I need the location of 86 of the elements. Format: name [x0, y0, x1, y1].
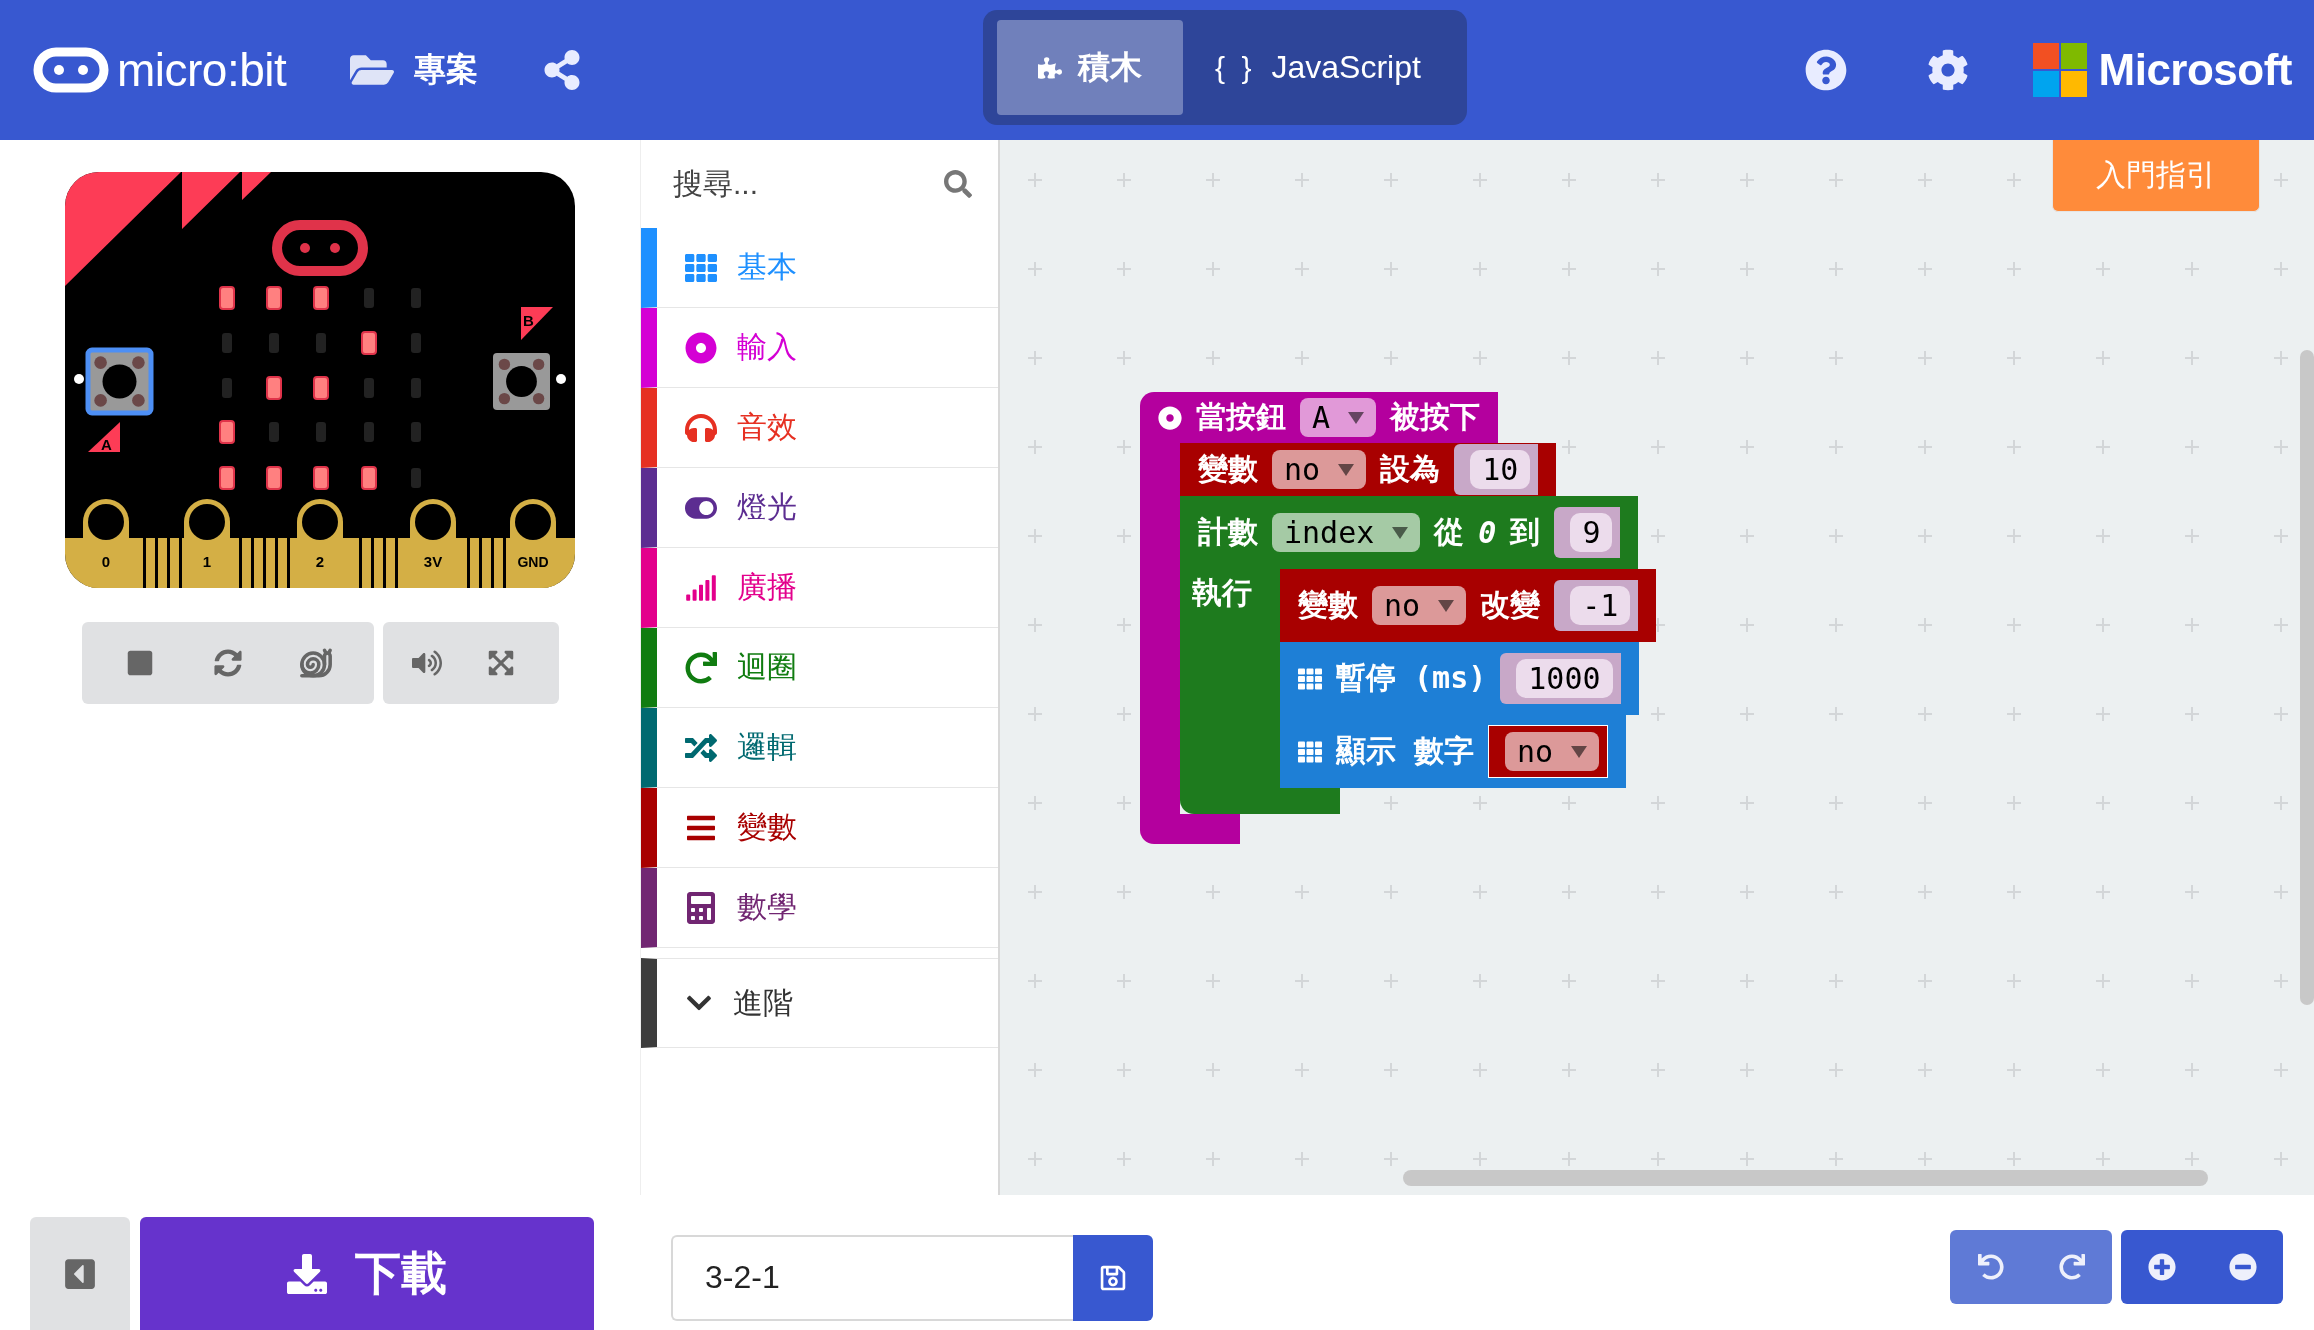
stop-icon: [125, 649, 154, 677]
pin-label: 0: [101, 553, 111, 570]
project-name-field[interactable]: 3-2-1: [671, 1234, 1073, 1321]
label-tag-drawing: [88, 422, 120, 452]
collapse-icon: [63, 1256, 97, 1291]
windows-logo-icon: [2032, 43, 2087, 97]
circular-arrow-icon: [685, 651, 717, 684]
pin-label: GND: [517, 554, 549, 570]
category-item[interactable]: 音效: [641, 388, 998, 468]
download-icon: [287, 1253, 327, 1294]
grid-icon: [685, 251, 717, 284]
dropdown-field[interactable]: no: [1272, 450, 1367, 489]
save-button[interactable]: [1073, 1234, 1153, 1321]
push-button[interactable]: [85, 347, 154, 416]
number-field[interactable]: 9: [1570, 513, 1613, 552]
block-label: 從: [1434, 513, 1465, 551]
refresh-icon: [213, 649, 242, 677]
snail-icon: [298, 646, 333, 680]
settings-button[interactable]: [1926, 49, 1969, 91]
advanced-item[interactable]: 進階: [641, 958, 998, 1048]
block-label: 變數: [1198, 450, 1258, 488]
label-tag-drawing: [521, 307, 553, 340]
pin-label: 3V: [423, 553, 443, 570]
save-icon: [1099, 1263, 1127, 1292]
logo-text: micro:bit: [117, 43, 287, 97]
statement-block[interactable]: 顯示 數字 no: [1280, 715, 1627, 788]
dropdown-field[interactable]: no: [1505, 732, 1600, 771]
brand-name: Microsoft: [2098, 45, 2292, 95]
search-icon: [944, 170, 972, 198]
microbit-logo-icon: [33, 47, 109, 93]
block-label: 被按下: [1390, 398, 1481, 436]
headphones-icon: [685, 411, 717, 444]
category-item[interactable]: 迴圈: [641, 628, 998, 708]
variable-block[interactable]: no: [1488, 725, 1609, 778]
statement-block[interactable]: 暫停 (ms) 1000: [1280, 642, 1639, 715]
block-label: 顯示 數字: [1336, 732, 1475, 770]
category-item[interactable]: 廣播: [641, 548, 998, 628]
puzzle-piece-icon: [1038, 55, 1062, 80]
loop-block[interactable]: 計數 index 從 0 到 9: [1180, 496, 1639, 569]
editor-tab[interactable]: { } JavaScript: [1183, 20, 1453, 115]
download-button[interactable]: 下載: [140, 1217, 594, 1330]
dropdown-field[interactable]: A: [1300, 398, 1377, 437]
target-icon: [685, 331, 717, 364]
help-button[interactable]: [1804, 49, 1847, 91]
event-block[interactable]: 當按鈕 A 被按下: [1140, 392, 1499, 443]
block-label: 暫停 (ms): [1336, 659, 1487, 697]
category-item[interactable]: 數學: [641, 868, 998, 948]
block-label: 計數: [1198, 513, 1258, 551]
calculator-icon: [685, 891, 717, 924]
block-label: 當按鈕: [1196, 398, 1286, 436]
number-field[interactable]: 1000: [1516, 659, 1613, 698]
projects-button[interactable]: 專案: [350, 48, 479, 92]
number-field[interactable]: 10: [1470, 450, 1531, 489]
button-label: B: [523, 312, 534, 329]
shuffle-icon: [685, 731, 717, 764]
category-item[interactable]: 變數: [641, 788, 998, 868]
category-item[interactable]: 邏輯: [641, 708, 998, 788]
scrollbar[interactable]: [1403, 1170, 2208, 1186]
block-label: 改變: [1480, 586, 1541, 624]
pin-label: 2: [315, 553, 325, 570]
search-field[interactable]: 搜尋...: [671, 166, 911, 202]
button-label: A: [101, 436, 112, 453]
category-item[interactable]: 燈光: [641, 468, 998, 548]
editor-tab[interactable]: 積木: [997, 20, 1183, 115]
number-field[interactable]: -1: [1570, 586, 1631, 625]
speaker-icon: [411, 648, 442, 678]
fullscreen-icon: [486, 649, 515, 677]
statement-block[interactable]: 變數 no 改變 -1: [1280, 569, 1657, 642]
statement-block[interactable]: 變數 no 設為 10: [1180, 443, 1557, 496]
scrollbar[interactable]: [2300, 350, 2314, 1005]
push-button[interactable]: [493, 353, 550, 410]
target-icon: [1158, 405, 1182, 430]
block-label: 變數: [1298, 586, 1358, 624]
dropdown-field[interactable]: index: [1272, 513, 1421, 552]
hole-icon: [74, 374, 84, 384]
dropdown-field[interactable]: no: [1372, 586, 1467, 625]
block-label: 0: [1478, 515, 1497, 550]
hole-icon: [556, 374, 566, 384]
block-label: 設為: [1380, 450, 1441, 488]
category-item[interactable]: 輸入: [641, 308, 998, 388]
block-label: 到: [1510, 513, 1541, 551]
collapse-button[interactable]: [30, 1217, 130, 1330]
pin-label: 1: [202, 553, 212, 570]
grid-icon: [1298, 739, 1322, 764]
grid-icon: [1298, 666, 1322, 691]
microbit-logo-icon: [272, 220, 368, 276]
